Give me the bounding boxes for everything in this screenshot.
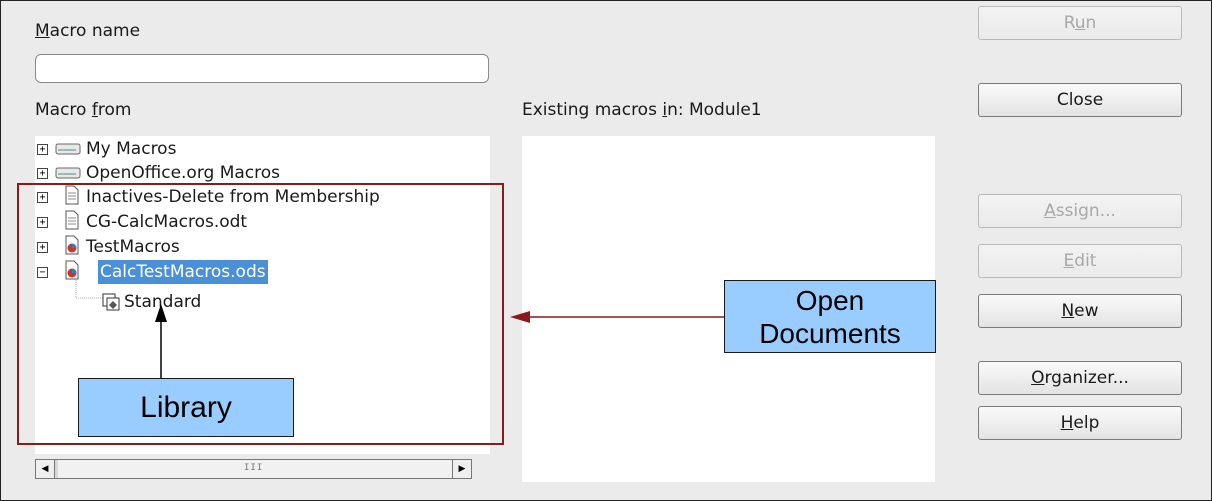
open-documents-line2: Documents [759, 318, 901, 349]
open-documents-arrowhead [510, 311, 530, 323]
library-callout: Library [78, 378, 294, 437]
library-arrowhead [155, 304, 167, 322]
open-documents-line1: Open [795, 285, 865, 316]
open-documents-callout: Open Documents [724, 280, 936, 353]
